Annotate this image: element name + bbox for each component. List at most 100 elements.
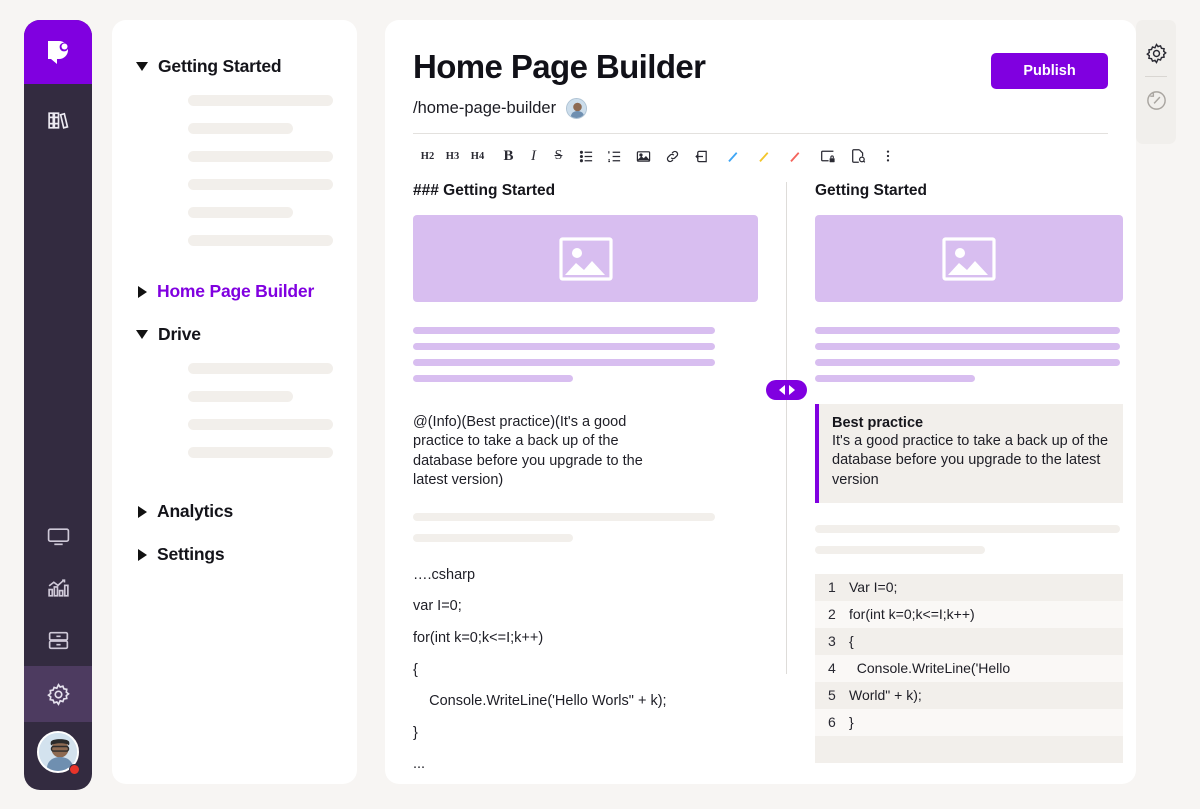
line-number: 5: [815, 687, 849, 703]
lock-block-button[interactable]: [815, 145, 840, 167]
rail-item-settings[interactable]: [24, 666, 92, 722]
purple-line: [413, 375, 573, 382]
pen-red-icon: [787, 149, 802, 164]
purple-line: [413, 359, 715, 366]
toolbar-label: H2: [421, 151, 434, 162]
insert-link-button[interactable]: [660, 145, 685, 167]
nav-label: Getting Started: [158, 56, 281, 77]
nav-toggle-settings[interactable]: Settings: [130, 538, 339, 571]
preview-gray-lines: [815, 525, 1123, 554]
chevron-right-icon: [138, 286, 147, 298]
publish-button[interactable]: Publish: [991, 53, 1108, 89]
nav-toggle-drive[interactable]: Drive: [130, 318, 339, 351]
author-avatar[interactable]: [566, 98, 587, 119]
skeleton-line: [188, 207, 293, 218]
locked-card-icon: [820, 148, 836, 164]
preview-image-placeholder: [815, 215, 1123, 302]
toolbar-label: H3: [446, 151, 459, 162]
rail-user-avatar[interactable]: [24, 722, 92, 782]
page-slug-row: /home-page-builder: [413, 98, 1108, 119]
insert-embed-button[interactable]: [689, 145, 714, 167]
nav-toggle-analytics[interactable]: Analytics: [130, 495, 339, 528]
embed-icon: [694, 149, 709, 164]
nav-label: Settings: [157, 544, 224, 565]
gear-settings-icon: [46, 682, 71, 707]
chevron-down-icon: [136, 62, 148, 71]
nav-skeleton-list: [130, 351, 339, 483]
version-history-button[interactable]: [1136, 77, 1176, 123]
code-line: var I=0;: [413, 598, 462, 614]
code-line: }: [413, 725, 418, 741]
preview-heading: Getting Started: [815, 182, 1123, 200]
numbered-list-button[interactable]: [602, 145, 627, 167]
code-row: 6 }: [815, 709, 1123, 736]
rail-bottom-group: [24, 510, 92, 790]
heading-4-button[interactable]: H4: [465, 145, 490, 167]
skeleton-line: [188, 419, 333, 430]
toolbar-label: S: [555, 148, 563, 164]
rail-item-display[interactable]: [24, 510, 92, 562]
nav-label: Drive: [158, 324, 201, 345]
line-number: 1: [815, 579, 849, 595]
nav-group-settings: Settings: [130, 538, 339, 571]
nav-group-home-page-builder: Home Page Builder: [130, 275, 339, 308]
editor-info-macro: @(Info)(Best practice)(It's a good pract…: [413, 413, 668, 491]
italic-button[interactable]: I: [521, 145, 546, 167]
code-text: Var I=0;: [849, 579, 897, 595]
editor-toolbar: H2 H3 H4 B I S: [413, 134, 1108, 176]
skeleton-line: [413, 534, 573, 542]
chevron-left-icon: [779, 385, 785, 395]
purple-line: [815, 327, 1120, 334]
rendered-preview-pane: Getting Started Best practice: [815, 182, 1123, 782]
pen-yellow-button[interactable]: [751, 145, 776, 167]
nav-group-analytics: Analytics: [130, 495, 339, 528]
toolbar-label: I: [531, 148, 536, 165]
heading-2-button[interactable]: H2: [415, 145, 440, 167]
line-number: 6: [815, 714, 849, 730]
notification-badge: [69, 764, 80, 775]
kebab-menu-icon: [881, 148, 895, 164]
page-settings-button[interactable]: [1136, 30, 1176, 76]
nav-label: Analytics: [157, 501, 233, 522]
heading-3-button[interactable]: H3: [440, 145, 465, 167]
skeleton-line: [188, 151, 333, 162]
insert-image-button[interactable]: [631, 145, 656, 167]
brand-logo[interactable]: [24, 20, 92, 84]
code-text: }: [849, 714, 854, 730]
markdown-editor-pane[interactable]: ### Getting Started @(Info)(Best practic…: [413, 182, 758, 782]
editor-text-lines: [413, 327, 758, 382]
code-text: {: [849, 633, 854, 649]
more-options-button[interactable]: [875, 145, 900, 167]
secondary-side-rail: [1136, 20, 1176, 144]
toolbar-label: B: [503, 148, 513, 165]
code-line: Console.WriteLine('Hello Worls" + k);: [413, 693, 667, 709]
nav-group-drive: Drive: [130, 318, 339, 483]
pen-blue-icon: [725, 149, 740, 164]
strikethrough-button[interactable]: S: [546, 145, 571, 167]
code-row-empty: [815, 736, 1123, 763]
rail-item-analytics[interactable]: [24, 562, 92, 614]
bullet-list-button[interactable]: [574, 145, 599, 167]
split-resize-handle[interactable]: [766, 380, 807, 400]
rail-item-drive[interactable]: [24, 614, 92, 666]
skeleton-line: [815, 546, 985, 554]
bold-button[interactable]: B: [496, 145, 521, 167]
nav-toggle-getting-started[interactable]: Getting Started: [130, 50, 339, 83]
primary-icon-rail: [24, 20, 92, 790]
line-number: 3: [815, 633, 849, 649]
rail-item-library[interactable]: [24, 94, 92, 146]
editor-gray-lines: [413, 513, 758, 542]
page-title-block: Home Page Builder: [413, 48, 705, 86]
pen-yellow-icon: [756, 149, 771, 164]
vertical-divider: [786, 182, 787, 674]
line-number: 4: [815, 660, 849, 676]
nav-toggle-home-page-builder[interactable]: Home Page Builder: [130, 275, 339, 308]
skeleton-line: [188, 391, 293, 402]
image-placeholder-icon: [942, 237, 996, 281]
pen-blue-button[interactable]: [720, 145, 745, 167]
callout-body: It's a good practice to take a back up o…: [832, 432, 1109, 490]
skeleton-line: [188, 447, 333, 458]
pen-red-button[interactable]: [782, 145, 807, 167]
inspect-page-button[interactable]: [845, 145, 870, 167]
line-number: 2: [815, 606, 849, 622]
